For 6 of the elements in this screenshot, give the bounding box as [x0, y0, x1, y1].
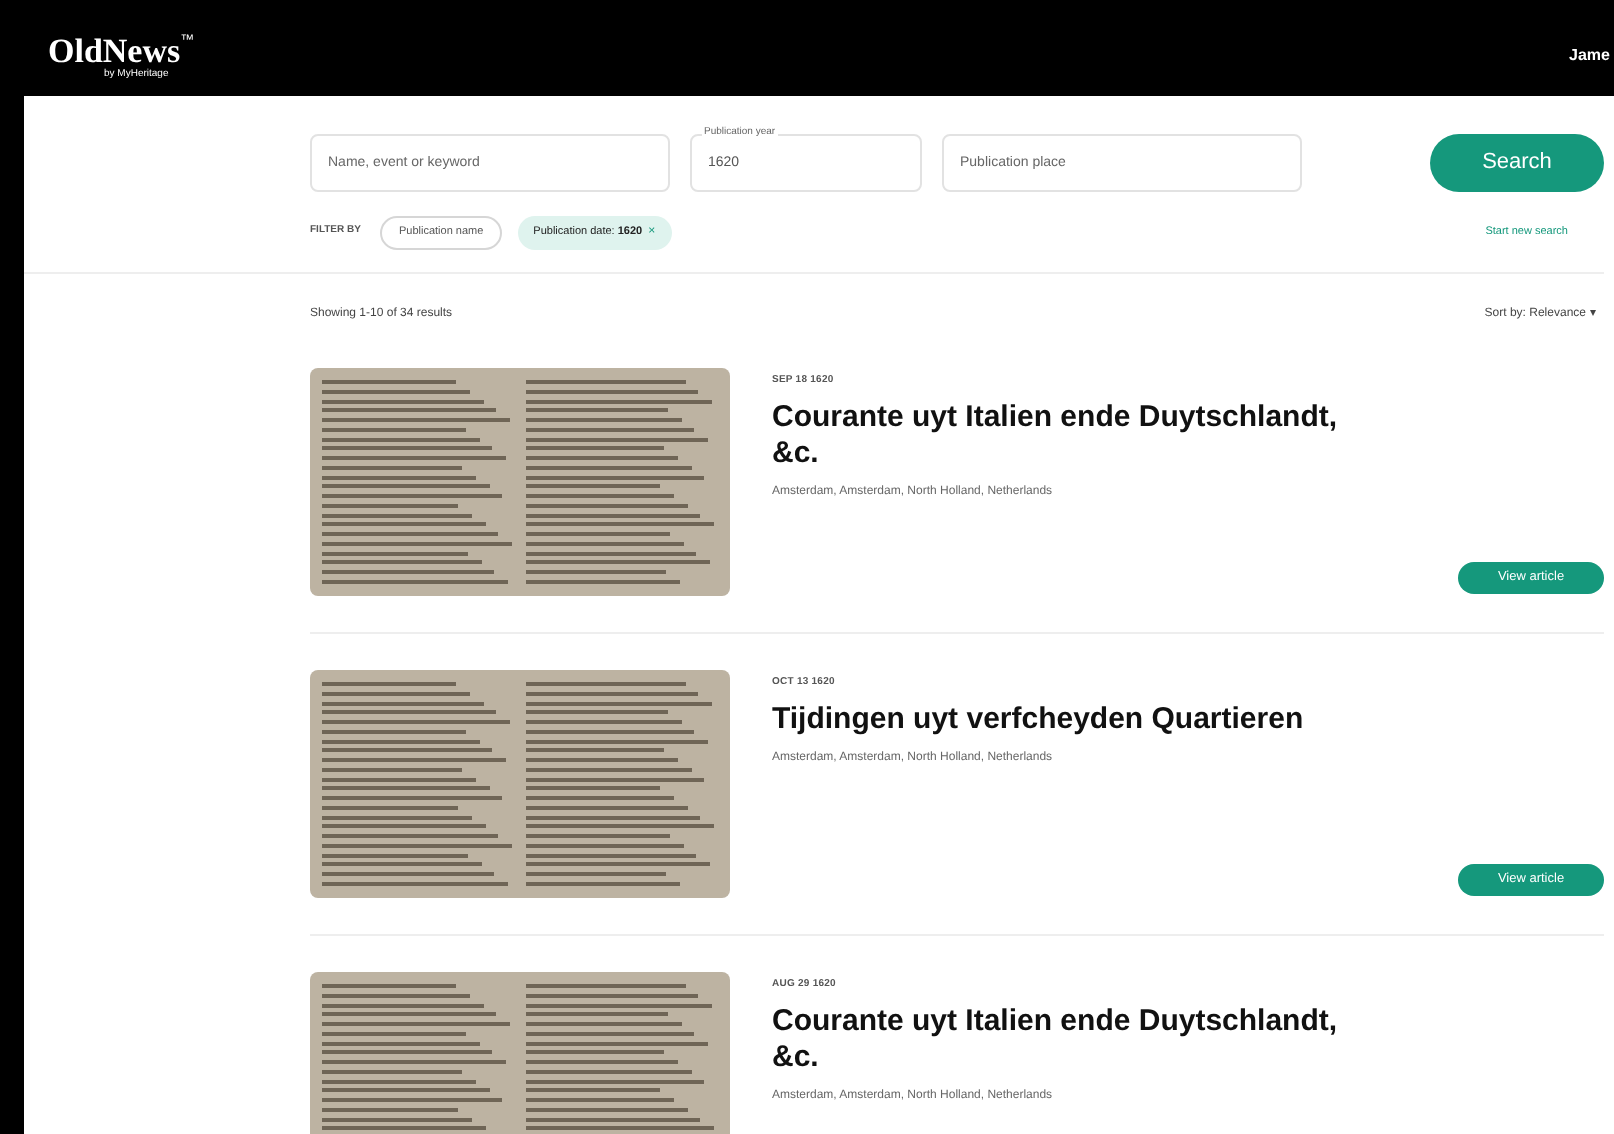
logo[interactable]: OldNews — [48, 33, 181, 67]
article-title[interactable]: Courante uyt Italien ende Duytschlandt, &c. — [772, 1003, 1392, 1075]
user-name[interactable]: Jame — [1569, 44, 1610, 68]
article-title[interactable]: Courante uyt Italien ende Duytschlandt, &c. — [772, 399, 1392, 471]
article-title[interactable]: Tijdingen uyt verfcheyden Quartieren — [772, 701, 1392, 737]
search-button[interactable]: Search — [1430, 134, 1604, 192]
